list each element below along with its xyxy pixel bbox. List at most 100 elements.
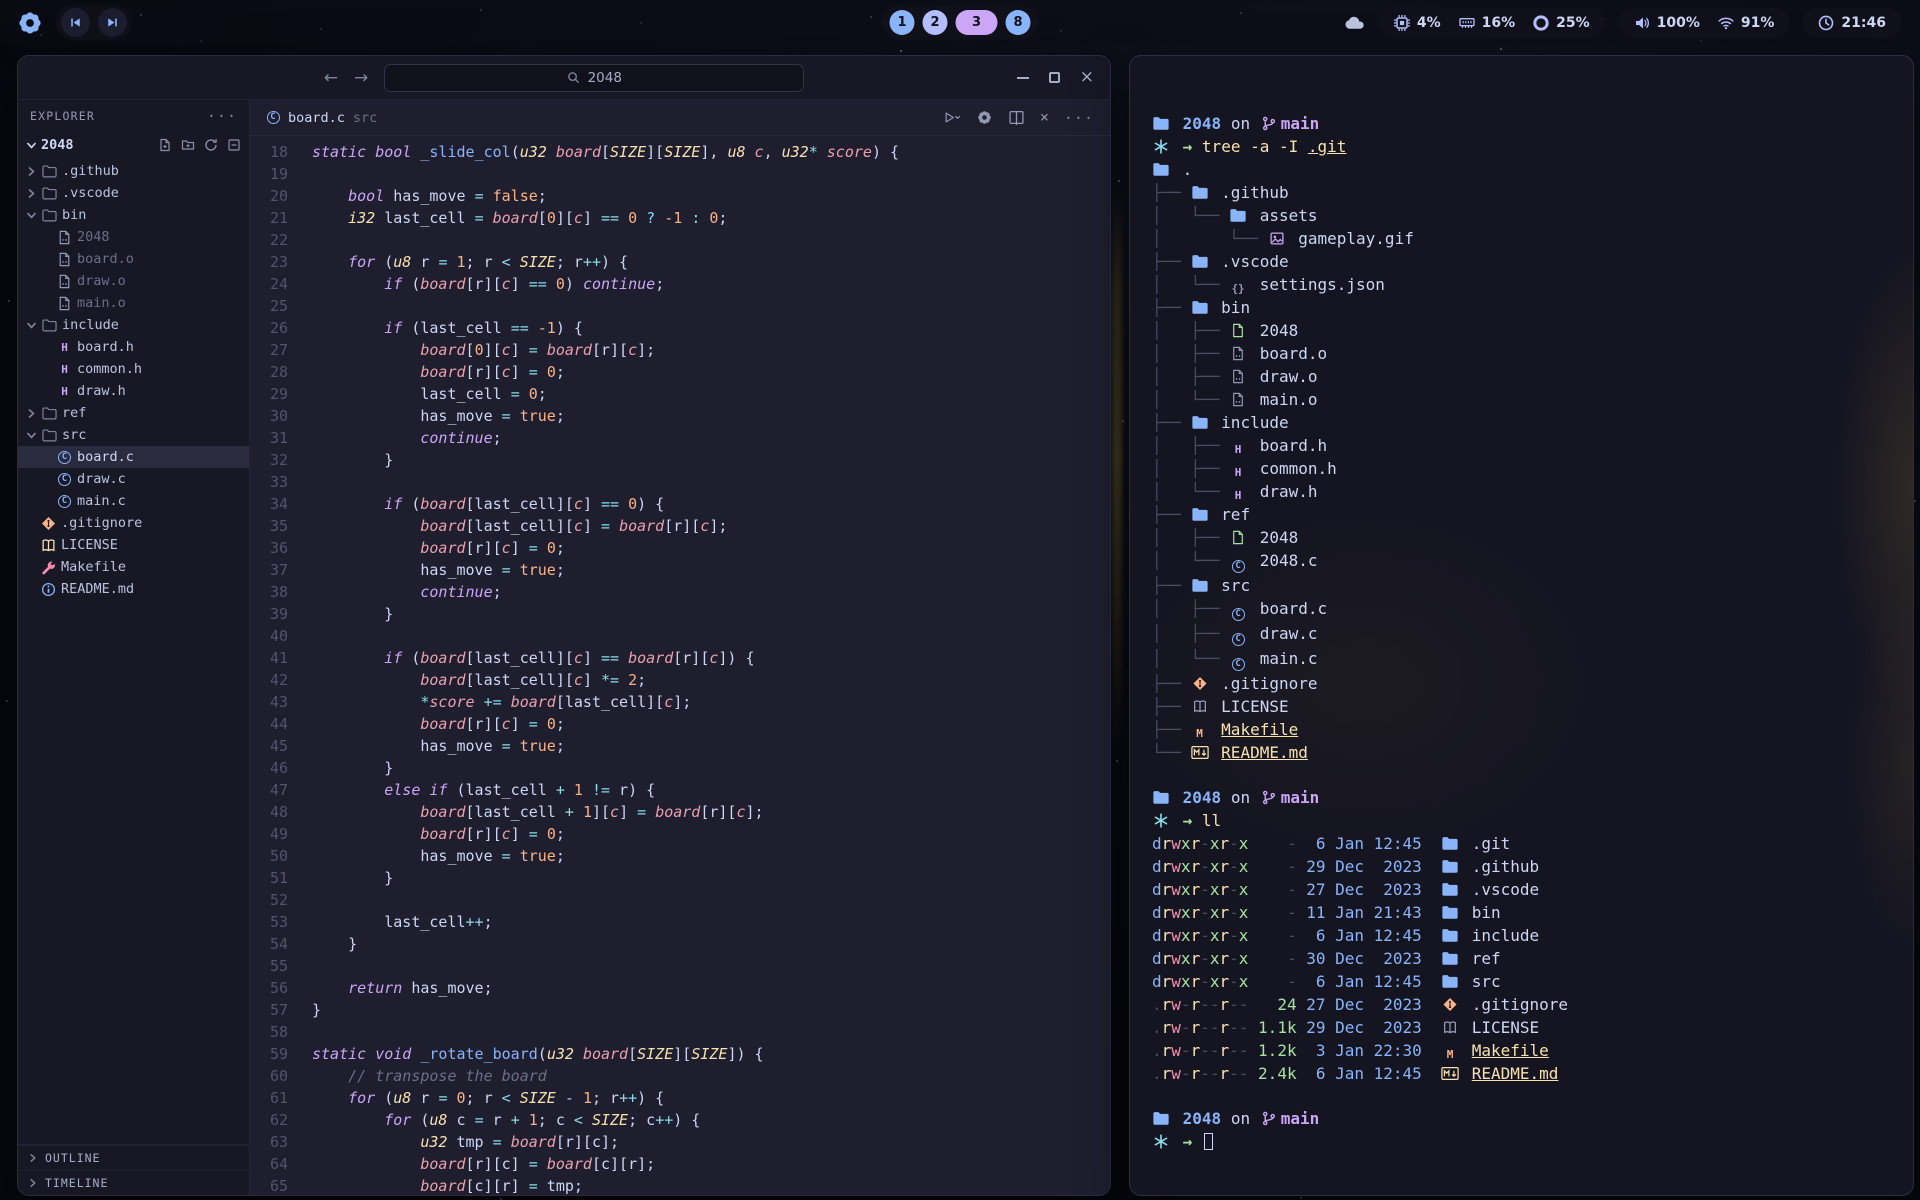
outline-label: OUTLINE [45,1151,100,1165]
explorer-item-draw-c[interactable]: Cdraw.c [18,468,249,490]
explorer-item-main-o[interactable]: main.o [18,292,249,314]
line-number: 54 [250,933,312,955]
code-line: 22 [250,229,1110,251]
clock-pill[interactable]: 21:46 [1802,8,1902,38]
ls-output-line: drwxr-xr-x - 6 Jan 12:45 .git [1152,832,1887,855]
file-label: .vscode [62,185,119,201]
new-file-icon[interactable] [158,138,172,152]
topbar-center: 1238 [882,5,1039,40]
command-center-search[interactable]: 2048 [384,64,804,92]
refresh-icon[interactable] [204,138,218,152]
code-line: 36 board[r][c] = 0; [250,537,1110,559]
workspace-8[interactable]: 8 [1006,10,1031,35]
explorer-item-vscode[interactable]: .vscode [18,182,249,204]
settings-gear-icon[interactable] [976,110,993,125]
line-number: 62 [250,1109,312,1131]
outline-section[interactable]: OUTLINE [18,1145,249,1170]
line-number: 49 [250,823,312,845]
nav-forward-icon[interactable]: → [354,68,368,88]
project-root-row[interactable]: 2048 [18,132,249,158]
explorer-item-src[interactable]: src [18,424,249,446]
binary-icon [1229,369,1247,384]
close-editor-icon[interactable]: × [1040,110,1049,125]
tree-output-line: │ └── H draw.h [1152,480,1887,503]
hletter-icon: H [57,384,72,399]
explorer-item-makefile[interactable]: Makefile [18,556,249,578]
new-folder-icon[interactable] [181,138,195,152]
tree-output-line: . [1152,158,1887,181]
code-line: 31 continue; [250,427,1110,449]
file-label: draw.o [77,273,126,289]
folder-icon [1152,1111,1170,1126]
cletter-icon: C [1229,657,1247,672]
desktop: 1238 4% 16% 25% 100% 91% 21:46 ← → [0,0,1920,1200]
workspace-3[interactable]: 3 [956,10,998,35]
explorer-item-bin[interactable]: bin [18,204,249,226]
explorer-item-board-h[interactable]: Hboard.h [18,336,249,358]
chevron-right-icon [28,1178,38,1188]
code-line: 60 // transpose the board [250,1065,1110,1087]
tree-output-line: ├── .vscode [1152,250,1887,273]
terminal-command-line: → [1152,1130,1887,1153]
workspace-2[interactable]: 2 [923,10,948,35]
more-actions-icon[interactable]: ··· [1064,109,1094,127]
wifi-icon [1718,15,1734,31]
code-line: 34 if (board[last_cell][c] == 0) { [250,493,1110,515]
nav-back-icon[interactable]: ← [324,68,338,88]
tab-filename[interactable]: board.c [288,110,345,126]
explorer-item-board-o[interactable]: board.o [18,248,249,270]
tree-output-line: │ ├── C board.c [1152,597,1887,622]
line-number: 36 [250,537,312,559]
folder-icon [1191,300,1209,315]
explorer-more-icon[interactable]: ··· [207,107,237,125]
line-number: 64 [250,1153,312,1175]
explorer-item-common-h[interactable]: Hcommon.h [18,358,249,380]
split-editor-icon[interactable] [1008,110,1025,125]
tree-output-line: ├── .github [1152,181,1887,204]
explorer-item-include[interactable]: include [18,314,249,336]
media-prev-button[interactable] [61,8,90,37]
media-controls [56,5,132,40]
explorer-item-readme-md[interactable]: README.md [18,578,249,600]
clock-icon [1818,15,1834,31]
launcher-gear-icon[interactable] [18,11,42,35]
ls-output-line: .rw-r--r-- 24 27 Dec 2023 .gitignore [1152,993,1887,1016]
explorer-item-draw-h[interactable]: Hdraw.h [18,380,249,402]
maximize-button[interactable] [1049,72,1060,83]
folder-icon [1152,162,1170,177]
code-editor[interactable]: 18static bool _slide_col(u32 board[SIZE]… [250,136,1110,1195]
media-next-button[interactable] [98,8,127,37]
workspace-1[interactable]: 1 [890,10,915,35]
file-icon [1229,530,1247,545]
explorer-item-draw-o[interactable]: draw.o [18,270,249,292]
terminal-window[interactable]: 2048 on main → tree -a -I .git .├── .git… [1129,55,1914,1196]
collapse-all-icon[interactable] [227,138,241,152]
tree-output-line: ├── include [1152,411,1887,434]
topbar-left [18,5,132,40]
explorer-item-license[interactable]: LICENSE [18,534,249,556]
explorer-item-main-c[interactable]: Cmain.c [18,490,249,512]
explorer-item-ref[interactable]: ref [18,402,249,424]
close-button[interactable]: × [1080,69,1094,86]
run-file-icon[interactable] [944,110,961,125]
minimize-button[interactable] [1017,77,1029,79]
explorer-item-github[interactable]: .github [18,160,249,182]
binary-icon [1229,346,1247,361]
hletter-icon: H [1229,442,1247,457]
code-line: 28 board[r][c] = 0; [250,361,1110,383]
volume-stat[interactable]: 100% [1634,15,1700,31]
line-number: 28 [250,361,312,383]
disk-stat: 25% [1533,15,1590,31]
terminal-prompt: 2048 on main [1152,1107,1887,1130]
folder-icon [1441,882,1459,897]
wifi-stat[interactable]: 91% [1718,15,1775,31]
terminal-block: 2048 on main → tree -a -I .git .├── .git… [1152,112,1887,764]
explorer-item-board-c[interactable]: Cboard.c [18,446,249,468]
explorer-item-gitignore[interactable]: .gitignore [18,512,249,534]
folder-icon [1441,905,1459,920]
ls-output-line: drwxr-xr-x - 6 Jan 12:45 include [1152,924,1887,947]
code-line: 49 board[r][c] = 0; [250,823,1110,845]
code-line: 57} [250,999,1110,1021]
explorer-item-2048[interactable]: 2048 [18,226,249,248]
timeline-section[interactable]: TIMELINE [18,1170,249,1195]
